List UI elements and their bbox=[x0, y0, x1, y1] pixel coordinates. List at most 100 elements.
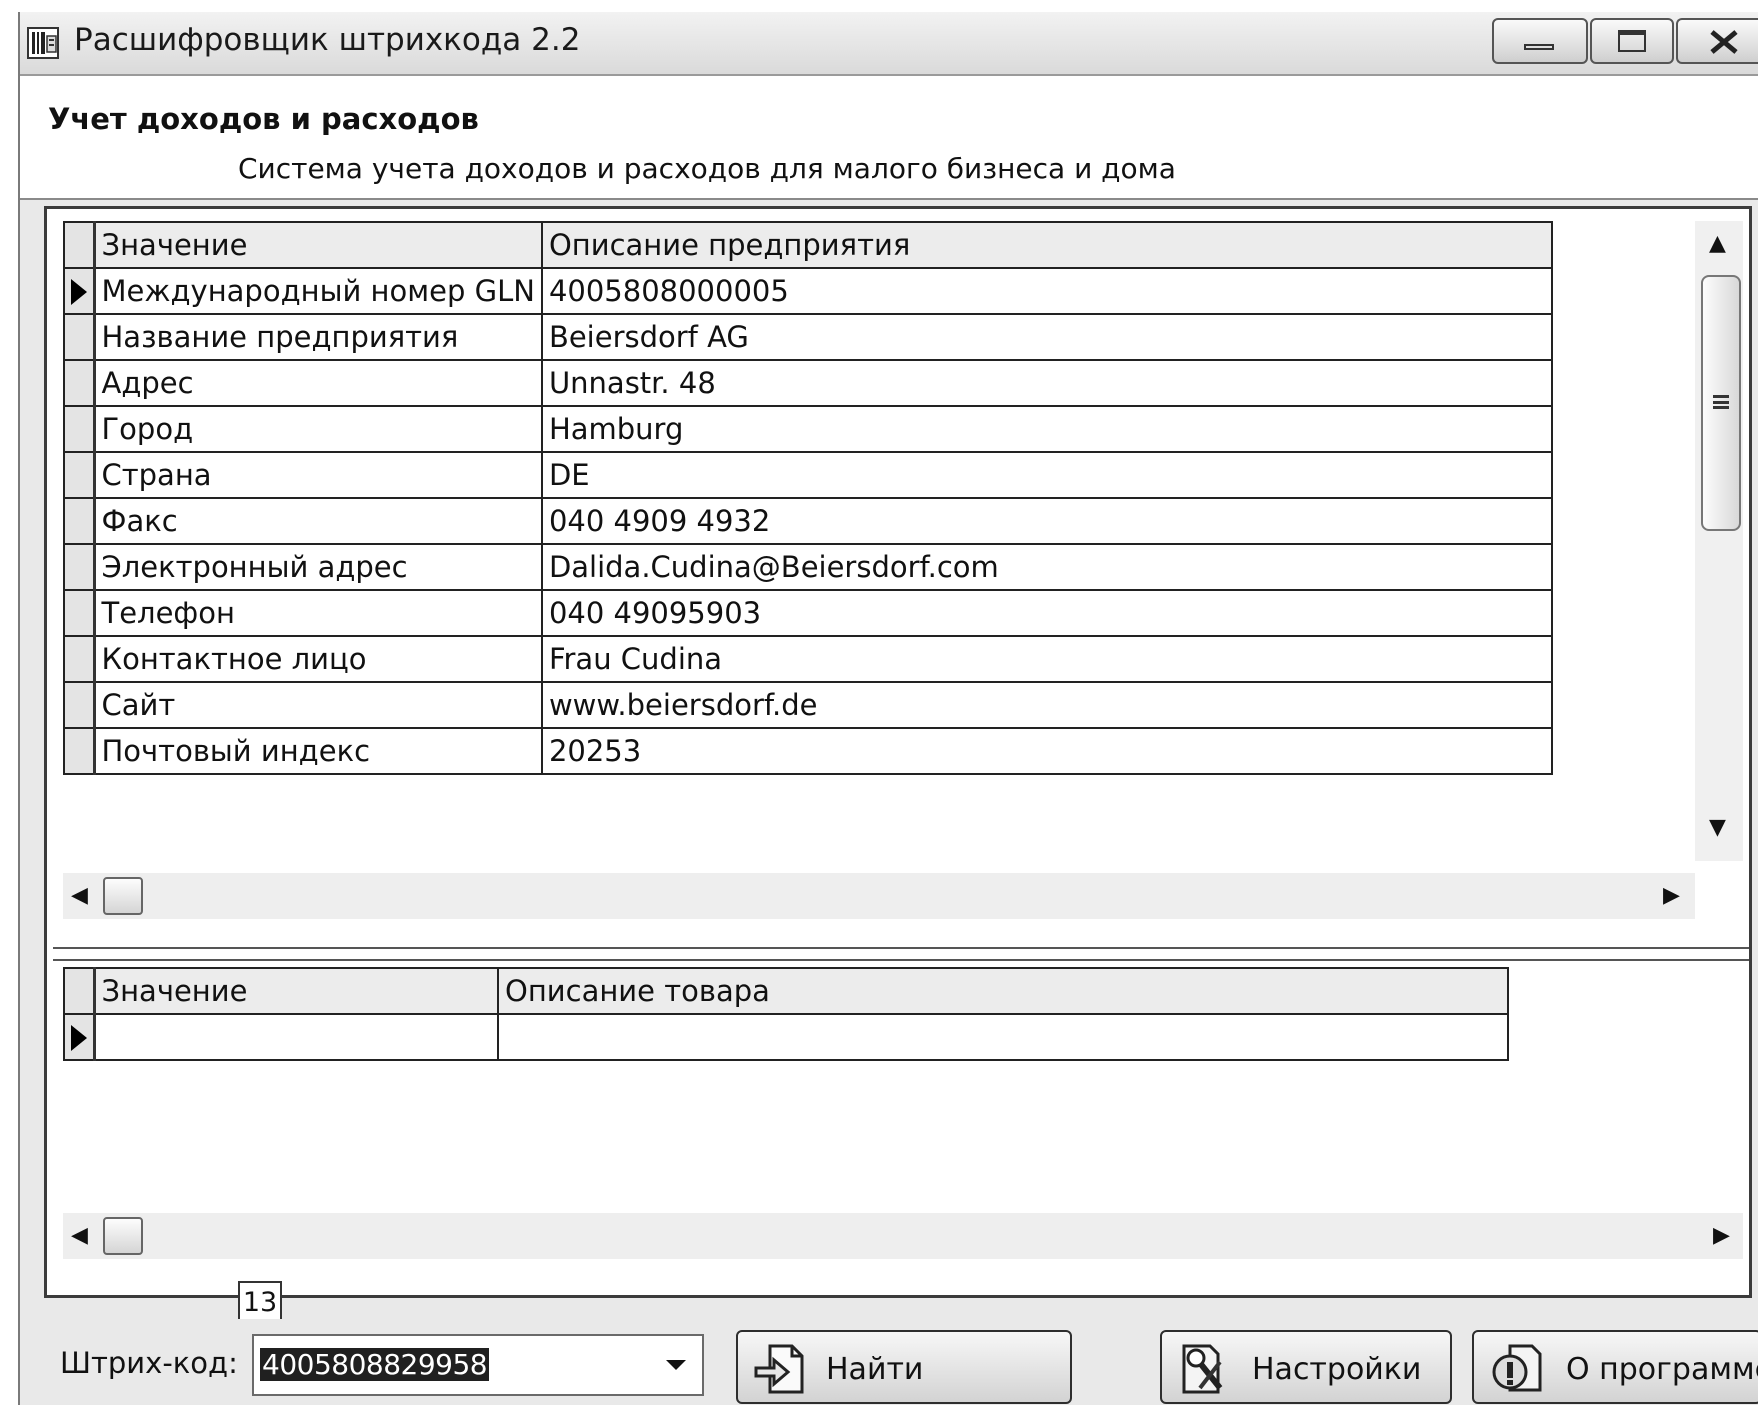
table-row[interactable]: Международный номер GLN 4005808000005 bbox=[63, 267, 1553, 315]
scroll-up-arrow-icon[interactable]: ▲ bbox=[1709, 233, 1726, 255]
table-cell-field[interactable]: Факс bbox=[93, 497, 543, 545]
row-selector[interactable] bbox=[63, 497, 96, 545]
row-selector[interactable] bbox=[63, 681, 96, 729]
scroll-right-arrow-icon[interactable]: ▶ bbox=[1713, 1225, 1730, 1247]
table-row[interactable]: Название предприятия Beiersdorf AG bbox=[63, 313, 1553, 361]
table-cell-value[interactable]: 040 49095903 bbox=[540, 589, 1553, 637]
table-cell-field[interactable]: Сайт bbox=[93, 681, 543, 729]
barcode-app-icon bbox=[27, 27, 59, 59]
window-title: Расшифровщик штрихкода 2.2 bbox=[74, 22, 581, 58]
horizontal-scroll-thumb[interactable] bbox=[103, 1217, 143, 1255]
table-cell-value[interactable]: Unnastr. 48 bbox=[540, 359, 1553, 407]
settings-tools-icon bbox=[1182, 1344, 1223, 1394]
row-selector-current[interactable] bbox=[63, 267, 96, 315]
scroll-left-arrow-icon[interactable]: ◀ bbox=[71, 885, 88, 907]
barcode-input[interactable]: 4005808829958 bbox=[260, 1348, 490, 1381]
table-cell-value[interactable]: Dalida.Cudina@Beiersdorf.com bbox=[540, 543, 1553, 591]
table-row[interactable]: Факс 040 4909 4932 bbox=[63, 497, 1553, 545]
table-row[interactable]: Адрес Unnastr. 48 bbox=[63, 359, 1553, 407]
table-cell-field[interactable] bbox=[93, 1013, 499, 1061]
row-selector[interactable] bbox=[63, 405, 96, 453]
table-cell-value[interactable]: 20253 bbox=[540, 727, 1553, 775]
maximize-button[interactable] bbox=[1590, 18, 1674, 64]
table-cell-value[interactable]: 4005808000005 bbox=[540, 267, 1553, 315]
table-cell-value[interactable]: DE bbox=[540, 451, 1553, 499]
vertical-scrollbar[interactable]: ▲ ▼ bbox=[1695, 221, 1743, 861]
table-cell-value[interactable]: Beiersdorf AG bbox=[540, 313, 1553, 361]
table-cell-value[interactable] bbox=[497, 1013, 1509, 1061]
table-cell-value[interactable]: 040 4909 4932 bbox=[540, 497, 1553, 545]
row-selector[interactable] bbox=[63, 451, 96, 499]
horizontal-scroll-thumb[interactable] bbox=[103, 877, 143, 915]
scroll-down-arrow-icon[interactable]: ▼ bbox=[1709, 817, 1726, 839]
table-row[interactable]: Телефон 040 49095903 bbox=[63, 589, 1553, 637]
about-button[interactable]: О программе bbox=[1472, 1330, 1758, 1404]
settings-button-label: Настройки bbox=[1252, 1352, 1422, 1387]
row-selector-current[interactable] bbox=[63, 1013, 96, 1061]
barcode-length-badge: 13 bbox=[238, 1281, 282, 1319]
header-panel: Учет доходов и расходов Система учета до… bbox=[20, 76, 1758, 200]
table-cell-field[interactable]: Контактное лицо bbox=[93, 635, 543, 683]
header-subtitle: Система учета доходов и расходов для мал… bbox=[238, 152, 1176, 185]
header-title: Учет доходов и расходов bbox=[48, 102, 479, 136]
table-row[interactable]: Страна DE bbox=[63, 451, 1553, 499]
grip-line bbox=[1713, 401, 1729, 404]
table-cell-field[interactable]: Международный номер GLN bbox=[93, 267, 543, 315]
table-row[interactable]: Почтовый индекс 20253 bbox=[63, 727, 1553, 775]
row-header-corner bbox=[63, 221, 96, 269]
table-cell-value[interactable]: Hamburg bbox=[540, 405, 1553, 453]
barcode-combobox[interactable]: 4005808829958 bbox=[252, 1334, 704, 1396]
table-cell-value[interactable]: Frau Cudina bbox=[540, 635, 1553, 683]
row-selector[interactable] bbox=[63, 359, 96, 407]
row-selector[interactable] bbox=[63, 313, 96, 361]
table-cell-field[interactable]: Почтовый индекс bbox=[93, 727, 543, 775]
scroll-left-arrow-icon[interactable]: ◀ bbox=[71, 1225, 88, 1247]
column-header-value[interactable]: Значение bbox=[93, 221, 543, 269]
row-selector[interactable] bbox=[63, 635, 96, 683]
find-document-icon bbox=[754, 1344, 804, 1394]
column-header-company-description[interactable]: Описание предприятия bbox=[540, 221, 1553, 269]
main-window: Расшифровщик штрихкода 2.2 Учет доходов … bbox=[18, 12, 1758, 1405]
company-table: Значение Описание предприятия Международ… bbox=[63, 221, 1553, 775]
table-row[interactable]: Сайт www.beiersdorf.de bbox=[63, 681, 1553, 729]
minimize-button[interactable] bbox=[1492, 18, 1588, 64]
about-button-label: О программе bbox=[1566, 1352, 1758, 1387]
product-grid[interactable]: Значение Описание товара ◀ ▶ bbox=[53, 959, 1749, 1287]
company-grid[interactable]: Значение Описание предприятия Международ… bbox=[53, 215, 1749, 949]
table-cell-field[interactable]: Название предприятия bbox=[93, 313, 543, 361]
table-row[interactable]: Город Hamburg bbox=[63, 405, 1553, 453]
table-cell-value[interactable]: www.beiersdorf.de bbox=[540, 681, 1553, 729]
table-cell-field[interactable]: Город bbox=[93, 405, 543, 453]
table-header-row: Значение Описание предприятия bbox=[63, 221, 1553, 269]
minimize-icon bbox=[1524, 44, 1554, 50]
table-row[interactable]: Электронный адрес Dalida.Cudina@Beiersdo… bbox=[63, 543, 1553, 591]
horizontal-scrollbar[interactable]: ◀ ▶ bbox=[63, 1213, 1743, 1259]
title-bar: Расшифровщик штрихкода 2.2 bbox=[20, 12, 1758, 76]
table-row[interactable] bbox=[63, 1013, 1509, 1061]
about-info-icon bbox=[1492, 1344, 1542, 1392]
close-icon bbox=[1710, 30, 1738, 54]
find-button[interactable]: Найти bbox=[736, 1330, 1072, 1404]
vertical-scroll-thumb[interactable] bbox=[1701, 275, 1741, 531]
table-cell-field[interactable]: Адрес bbox=[93, 359, 543, 407]
table-cell-field[interactable]: Страна bbox=[93, 451, 543, 499]
row-header-corner bbox=[63, 967, 96, 1015]
close-button[interactable] bbox=[1676, 18, 1758, 64]
scroll-right-arrow-icon[interactable]: ▶ bbox=[1663, 885, 1680, 907]
current-row-arrow-icon bbox=[71, 1025, 87, 1051]
maximize-icon bbox=[1618, 30, 1646, 52]
column-header-product-description[interactable]: Описание товара bbox=[497, 967, 1509, 1015]
table-row[interactable]: Контактное лицо Frau Cudina bbox=[63, 635, 1553, 683]
barcode-label: Штрих-код: bbox=[60, 1346, 238, 1380]
row-selector[interactable] bbox=[63, 727, 96, 775]
row-selector[interactable] bbox=[63, 543, 96, 591]
column-header-value[interactable]: Значение bbox=[93, 967, 499, 1015]
table-header-row: Значение Описание товара bbox=[63, 967, 1509, 1015]
table-cell-field[interactable]: Телефон bbox=[93, 589, 543, 637]
chevron-down-icon[interactable] bbox=[666, 1360, 686, 1370]
horizontal-scrollbar[interactable]: ◀ ▶ bbox=[63, 873, 1695, 919]
current-row-arrow-icon bbox=[71, 279, 87, 305]
table-cell-field[interactable]: Электронный адрес bbox=[93, 543, 543, 591]
settings-button[interactable]: Настройки bbox=[1160, 1330, 1452, 1404]
row-selector[interactable] bbox=[63, 589, 96, 637]
